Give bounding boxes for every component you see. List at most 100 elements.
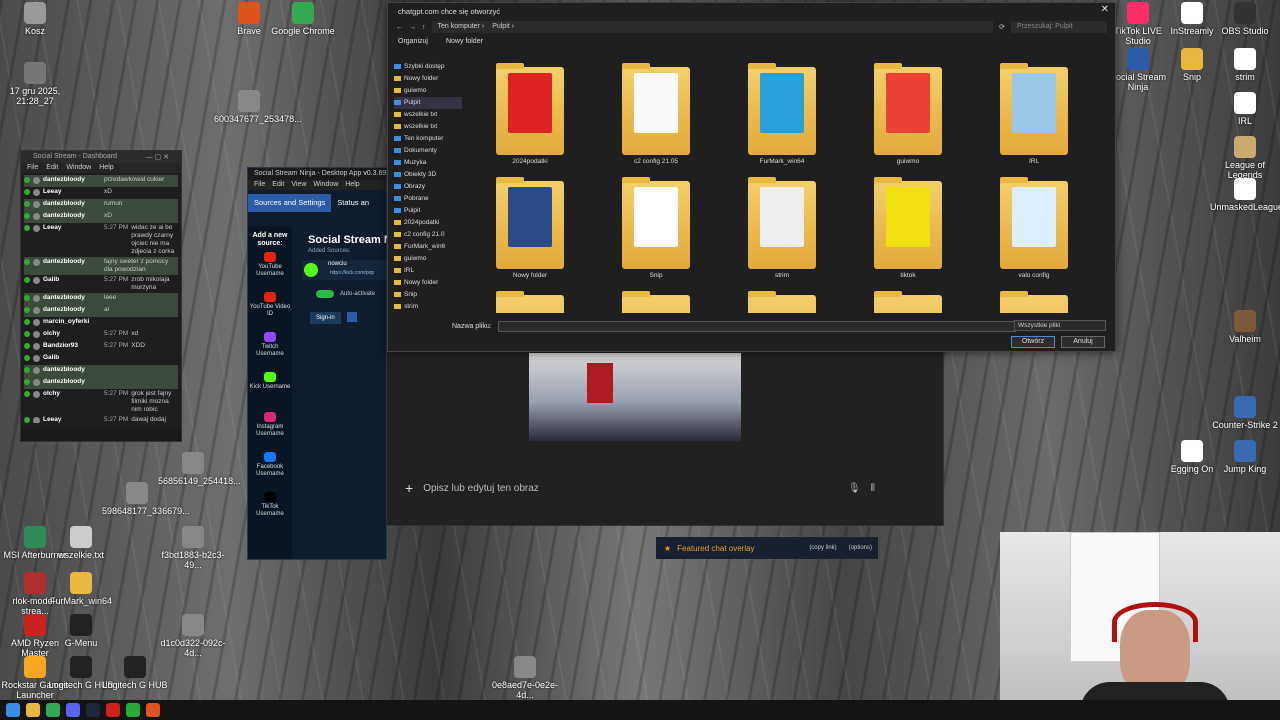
nav-item[interactable]: wszelkie txt [394,121,462,133]
desktop-icon-right-8[interactable]: UnmaskedLeague... [1210,178,1280,212]
nav-item[interactable]: Obiekty 3D [394,169,462,181]
copy-link[interactable]: (copy link) [809,545,836,551]
new-folder-button[interactable]: Nowy folder [446,38,483,48]
window-controls[interactable]: — ▢ ✕ [146,153,169,161]
desktop-icon-left-11[interactable]: FurMark_win64 [46,572,116,606]
voice-mode-icon[interactable]: ⦀ [871,483,875,494]
dashboard-menu-item[interactable]: Edit [46,164,58,172]
file-item[interactable]: valo config [984,177,1084,279]
microphone-icon[interactable]: 🎙 [848,483,861,494]
ninja-tab[interactable]: Sources and Settings [248,194,332,212]
nav-item[interactable]: Muzyka [394,157,462,169]
options-link[interactable]: (options) [849,545,872,551]
nav-item[interactable]: Pobrane [394,193,462,205]
address-bar[interactable]: Ten komputer › Pulpit › [431,21,994,33]
file-item[interactable]: guiwmo [858,63,958,165]
nav-item[interactable]: strim [394,301,462,313]
nav-item[interactable]: guiwmo [394,85,462,97]
taskbar-start-icon[interactable] [6,703,20,717]
featured-chat-overlay-label[interactable]: Featured chat overlay [677,544,754,553]
forward-icon[interactable]: → [409,24,416,31]
platform-button[interactable]: Instagram Username [248,412,292,452]
taskbar-file-explorer-icon[interactable] [26,703,40,717]
nav-item[interactable]: Dokumenty [394,145,462,157]
desktop-icon-left-4[interactable]: 600347677_253478... [214,90,302,124]
ninja-tab[interactable]: Status an [331,194,375,212]
desktop-icon-right-5[interactable]: strim [1210,48,1280,82]
settings-icon[interactable] [346,312,357,322]
file-item[interactable]: strim [732,177,832,279]
file-item-partial[interactable] [732,291,832,313]
desktop-icon-left-1[interactable]: 17 gru 2025, 21:28_27 [0,62,70,106]
sign-in-button[interactable]: Sign-in [310,312,341,324]
nav-item[interactable]: Nowy folder [394,73,462,85]
ninja-menu-item[interactable]: File [254,181,265,189]
nav-item[interactable]: Snip [394,289,462,301]
file-item-partial[interactable] [984,291,1084,313]
desktop-icon-right-6[interactable]: IRL [1210,92,1280,126]
ninja-menu-item[interactable]: Window [313,181,338,189]
file-item[interactable]: c2 config 21.05 [606,63,706,165]
organize-button[interactable]: Organizuj [398,38,428,48]
nav-item[interactable]: FurMark_win6 [394,241,462,253]
ninja-menu-item[interactable]: Help [345,181,359,189]
desktop-icon-left-8[interactable]: wszelkie.txt [46,526,116,560]
taskbar-chrome-icon[interactable] [46,703,60,717]
file-item[interactable]: FurMark_win64 [732,63,832,165]
back-icon[interactable]: ← [396,24,403,31]
source-card[interactable]: nowciu https://kick.com/pop [302,260,386,280]
file-item-partial[interactable] [606,291,706,313]
file-item-partial[interactable] [858,291,958,313]
auto-activate-toggle[interactable] [316,290,334,298]
up-icon[interactable]: ↑ [422,24,426,31]
dashboard-menu-item[interactable]: File [27,164,38,172]
platform-button[interactable]: YouTube Username [248,252,292,292]
platform-button[interactable]: YouTube Video ID [248,292,292,332]
dashboard-menu-item[interactable]: Help [99,164,113,172]
file-item[interactable]: tiktok [858,177,958,279]
close-icon[interactable]: ✕ [1101,4,1109,15]
open-button[interactable]: Otwórz [1011,336,1055,348]
platform-button[interactable]: Twitch Username [248,332,292,372]
file-item[interactable]: 2024podatki [480,63,580,165]
breadcrumb-item[interactable]: Ten komputer › [438,23,485,31]
desktop-icon-right-10[interactable]: Counter-Strike 2 [1210,396,1280,430]
platform-button[interactable]: TikTok Username [248,492,292,532]
dashboard-menu-item[interactable]: Window [66,164,91,172]
taskbar-discord-icon[interactable] [66,703,80,717]
refresh-icon[interactable]: ⟳ [999,23,1005,31]
file-item-partial[interactable] [480,291,580,313]
desktop-icon-left-17[interactable]: Logitech G HUB [100,656,170,690]
filetype-select[interactable]: Wszystkie pliki [1014,320,1106,331]
nav-item[interactable]: c2 config 21.0 [394,229,462,241]
nav-item[interactable]: wszelkie txt [394,109,462,121]
desktop-icon-left-3[interactable]: Google Chrome [268,2,338,36]
nav-item[interactable]: Pulpit [394,205,462,217]
desktop-icon-right-12[interactable]: Jump King [1210,440,1280,474]
file-item[interactable]: Nowy folder [480,177,580,279]
desktop-icon-left-6[interactable]: 598648177_336679... [102,482,190,516]
platform-button[interactable]: Kick Username [248,372,292,412]
desktop-icon-right-9[interactable]: Valheim [1210,310,1280,344]
plus-icon[interactable]: + [405,480,413,496]
nav-item[interactable]: Pulpit [394,97,462,109]
desktop-icon-left-18[interactable]: 0e8aed7e-0e2e-4d... [490,656,560,700]
desktop-icon-right-7[interactable]: League of Legends [1210,136,1280,180]
filename-input[interactable] [497,321,1016,332]
taskbar-brave-icon[interactable] [146,703,160,717]
taskbar-obs-icon[interactable] [106,703,120,717]
ninja-menu-item[interactable]: Edit [272,181,284,189]
desktop-icon-left-0[interactable]: Kosz [0,2,70,36]
breadcrumb-item[interactable]: Pulpit › [492,23,514,31]
cancel-button[interactable]: Anuluj [1061,336,1105,348]
desktop-icon-left-9[interactable]: f3bd1883-b2c3-49... [158,526,228,570]
desktop-icon-left-14[interactable]: d1c0d322-092c-4d... [158,614,228,658]
taskbar-social-stream-icon[interactable] [126,703,140,717]
ninja-menu-item[interactable]: View [291,181,306,189]
desktop-icon-left-5[interactable]: 56856149_254418... [158,452,241,486]
taskbar-steam-icon[interactable] [86,703,100,717]
search-input[interactable]: Przeszukaj: Pulpit [1011,21,1107,33]
file-item[interactable]: IRL [984,63,1084,165]
nav-item[interactable]: Obrazy [394,181,462,193]
nav-item[interactable]: guiwmo [394,253,462,265]
